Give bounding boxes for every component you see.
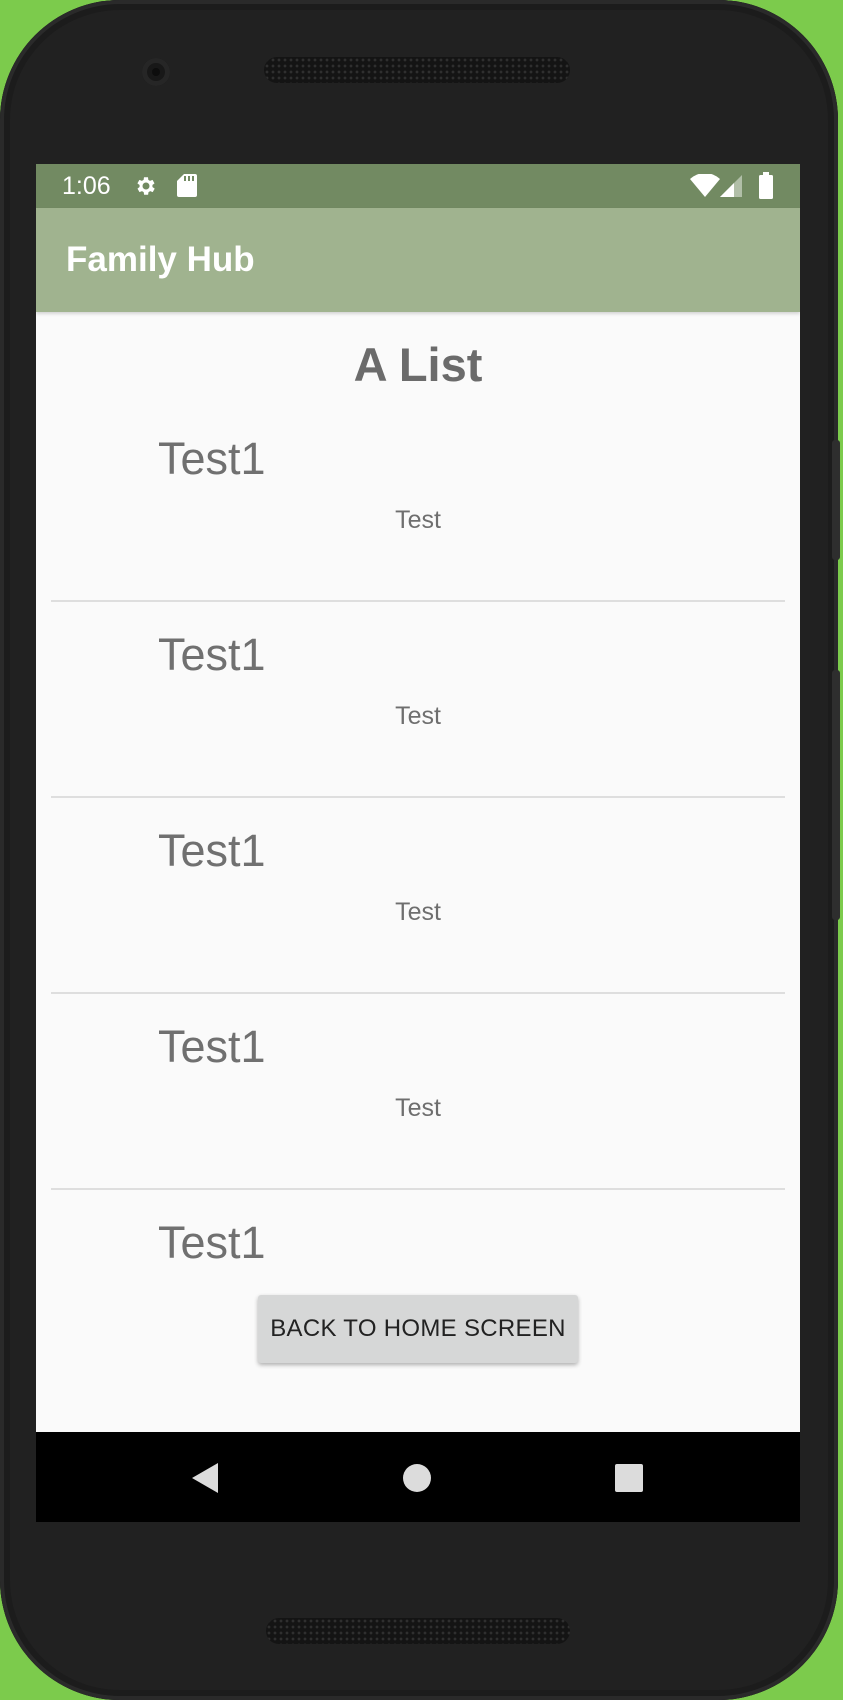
front-camera xyxy=(142,58,170,86)
list-item-subtitle: Test xyxy=(395,702,441,730)
list-heading: A List xyxy=(353,338,483,391)
list-item-title: Test1 xyxy=(158,1021,266,1072)
back-to-home-button[interactable]: BACK TO HOME SCREEN xyxy=(258,1295,578,1363)
navigation-bar xyxy=(36,1432,800,1522)
list-item-title: Test1 xyxy=(158,629,266,680)
list-item-subtitle: Test xyxy=(395,1094,441,1122)
list-item[interactable]: Test1 Test xyxy=(51,414,785,609)
home-circle-icon[interactable] xyxy=(402,1463,432,1493)
list-item-subtitle: Test xyxy=(395,898,441,926)
list-divider xyxy=(51,992,785,994)
list-divider xyxy=(51,600,785,602)
bottom-speaker xyxy=(266,1618,570,1644)
recents-square-icon[interactable] xyxy=(615,1464,643,1492)
list-view[interactable]: A List Test1 Test Test1 Test Test1 Test … xyxy=(36,164,800,1522)
list-item[interactable]: Test1 Test xyxy=(51,1002,785,1197)
list-item[interactable]: Test1 Test xyxy=(51,610,785,805)
power-button xyxy=(832,440,840,560)
list-item[interactable]: Test1 Test xyxy=(51,806,785,1001)
phone-frame: 1:06 Family Hub A List Test1 Test Test1 … xyxy=(0,0,840,1700)
list-item-title: Test1 xyxy=(158,825,266,876)
back-triangle-icon[interactable] xyxy=(191,1463,219,1493)
volume-button xyxy=(832,670,840,920)
list-item-title: Test1 xyxy=(158,433,266,484)
earpiece-speaker xyxy=(264,57,570,83)
list-item-subtitle: Test xyxy=(395,506,441,534)
list-divider xyxy=(51,796,785,798)
list-item-title: Test1 xyxy=(158,1217,266,1268)
list-divider xyxy=(51,1188,785,1190)
phone-screen: 1:06 Family Hub A List Test1 Test Test1 … xyxy=(36,164,800,1522)
